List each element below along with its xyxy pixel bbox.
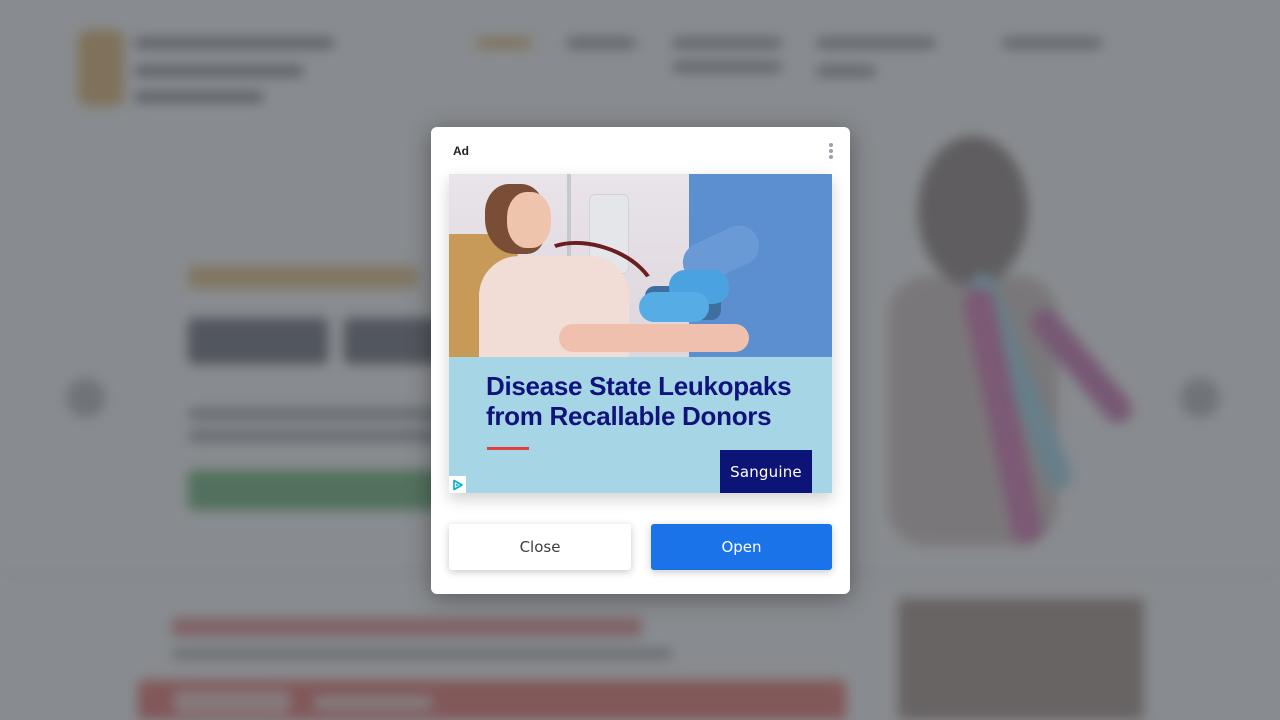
adchoices-icon[interactable]: [449, 476, 466, 493]
more-vert-icon[interactable]: [824, 141, 838, 161]
close-button[interactable]: Close: [449, 524, 631, 570]
ad-dialog: Ad Disease State Leukopaks from Recallab…: [431, 127, 850, 594]
ad-copy: Disease State Leukopaks from Recallable …: [449, 357, 832, 493]
open-button[interactable]: Open: [651, 524, 832, 570]
accent-rule: [487, 447, 529, 450]
ad-headline-line-2: from Recallable Donors: [486, 401, 772, 431]
ad-creative[interactable]: Disease State Leukopaks from Recallable …: [449, 174, 832, 493]
brand-logo: Sanguine: [720, 450, 812, 493]
brand-name: Sanguine: [730, 462, 802, 481]
ad-label: Ad: [453, 144, 469, 158]
ad-headline-line-1: Disease State Leukopaks: [486, 371, 792, 401]
ad-photo: [449, 174, 832, 357]
ad-headline: Disease State Leukopaks from Recallable …: [486, 371, 806, 431]
